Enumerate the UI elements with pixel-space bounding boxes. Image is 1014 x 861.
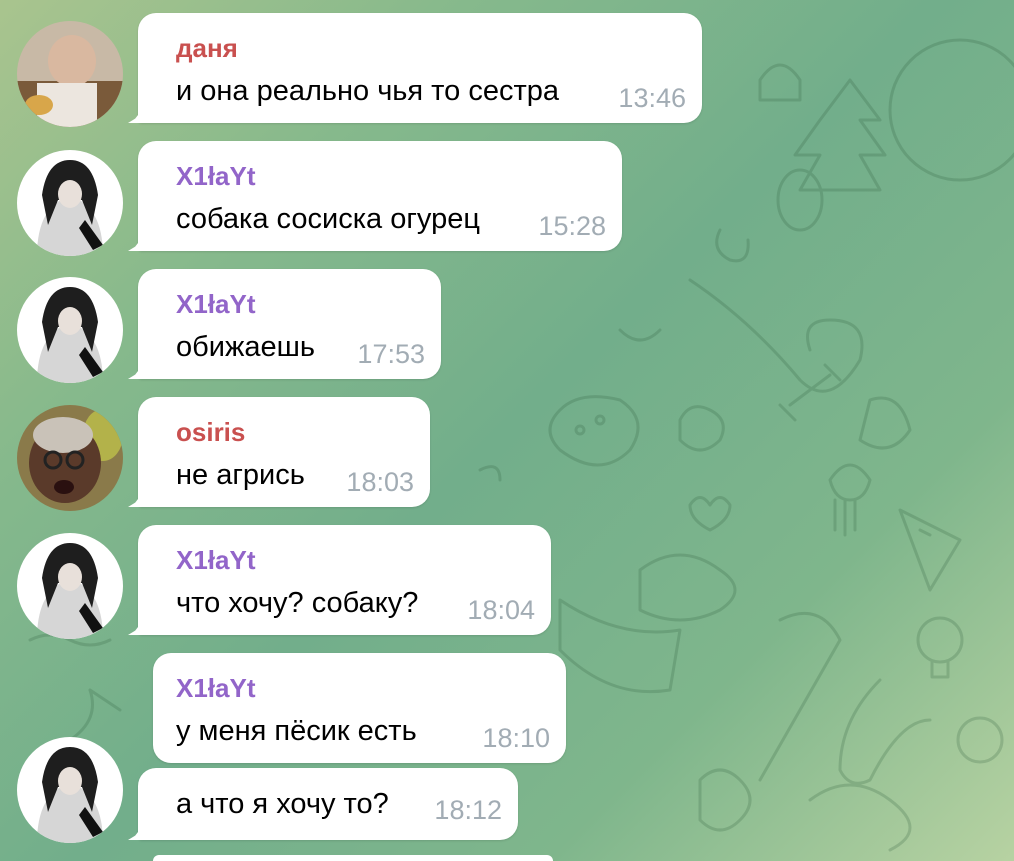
- message-bubble[interactable]: X1łaYt собака сосиска огурец 15:28: [138, 141, 622, 251]
- message-bubble[interactable]: а что я хочу то? 18:12: [138, 768, 518, 840]
- photo-dark-hair-avatar[interactable]: [17, 533, 123, 639]
- message-text: собака сосиска огурец: [176, 203, 480, 235]
- sender-name[interactable]: osiris: [176, 417, 245, 448]
- sender-name[interactable]: X1łaYt: [176, 673, 256, 704]
- sender-name[interactable]: даня: [176, 33, 238, 64]
- sender-name[interactable]: X1łaYt: [176, 289, 256, 320]
- message-bubble[interactable]: X1łaYt что хочу? собаку? 18:04: [138, 525, 551, 635]
- message-time: 18:04: [467, 595, 535, 625]
- message-text: а что я хочу то?: [176, 788, 389, 820]
- sender-name[interactable]: X1łaYt: [176, 161, 256, 192]
- message-time: 15:28: [538, 211, 606, 241]
- sender-name[interactable]: X1łaYt: [176, 545, 256, 576]
- message-time: 18:10: [482, 723, 550, 753]
- message-text: обижаешь: [176, 331, 315, 363]
- photo-dark-hair-avatar[interactable]: [17, 737, 123, 843]
- photo-dark-hair-avatar[interactable]: [17, 277, 123, 383]
- message-text: и она реально чья то сестра: [176, 75, 559, 107]
- message-bubble[interactable]: osiris не агрись 18:03: [138, 397, 430, 507]
- photo-man-avatar[interactable]: [17, 21, 123, 127]
- message-time: 13:46: [618, 83, 686, 113]
- message-bubble-partial[interactable]: [153, 855, 553, 861]
- message-text: что хочу? собаку?: [176, 587, 419, 619]
- message-text: у меня пёсик есть: [176, 715, 417, 747]
- message-text: не агрись: [176, 459, 305, 491]
- message-time: 18:03: [346, 467, 414, 497]
- message-time: 17:53: [357, 339, 425, 369]
- message-bubble[interactable]: X1łaYt обижаешь 17:53: [138, 269, 441, 379]
- message-bubble[interactable]: X1łaYt у меня пёсик есть 18:10: [153, 653, 566, 763]
- message-bubble[interactable]: даня и она реально чья то сестра 13:46: [138, 13, 702, 123]
- chat-messages: даня и она реально чья то сестра 13:46 X…: [0, 0, 1014, 861]
- photo-glasses-avatar[interactable]: [17, 405, 123, 511]
- message-time: 18:12: [434, 795, 502, 825]
- photo-dark-hair-avatar[interactable]: [17, 150, 123, 256]
